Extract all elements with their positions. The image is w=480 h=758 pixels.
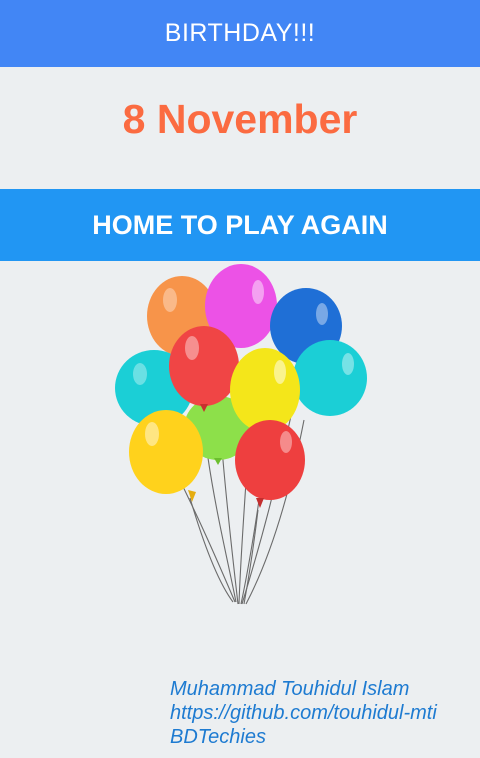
org-name: BDTechies xyxy=(170,726,266,748)
balloon-cyan-right xyxy=(293,340,367,416)
balloon-yellow-front xyxy=(129,410,203,502)
github-link[interactable]: https://github.com/touhidul-mti xyxy=(170,701,478,725)
app-title: BIRTHDAY!!! xyxy=(164,19,316,47)
author-name: Muhammad Touhidul Islam xyxy=(170,678,410,700)
credits-block: Muhammad Touhidul Islam https://github.c… xyxy=(170,677,478,749)
birthday-date: 8 November xyxy=(122,96,358,142)
balloons-icon xyxy=(115,264,367,605)
app-bar: BIRTHDAY!!! xyxy=(0,0,480,67)
home-play-again-button[interactable]: HOME TO PLAY AGAIN xyxy=(0,189,480,261)
